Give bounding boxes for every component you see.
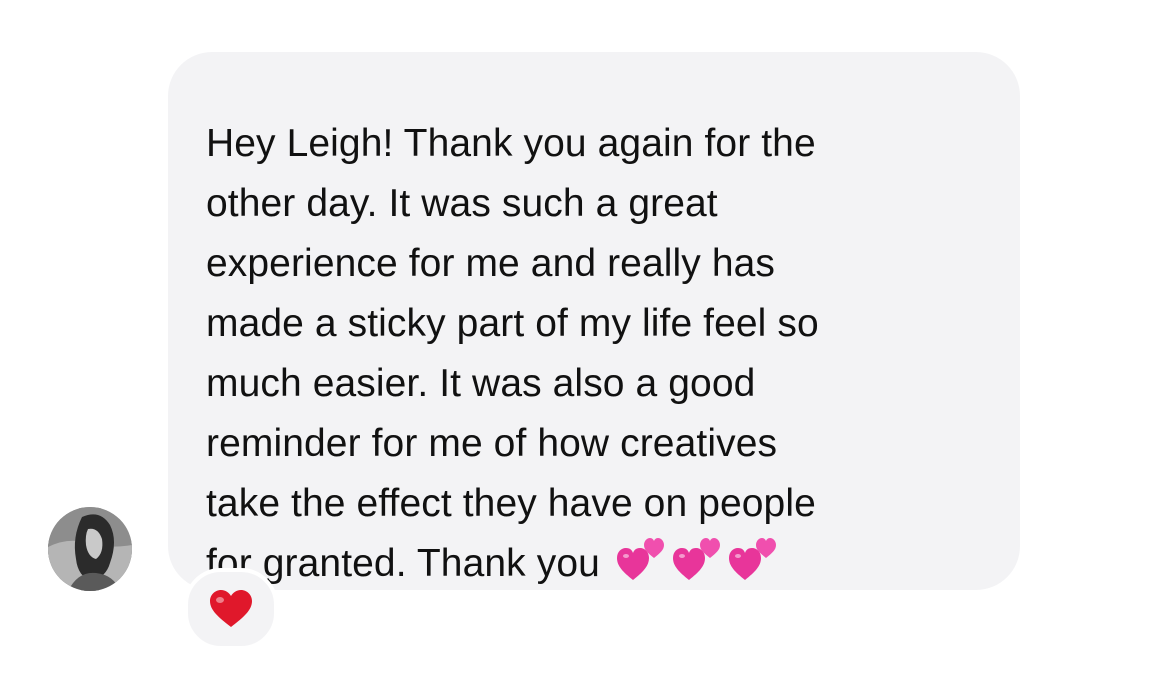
message-text: Hey Leigh! Thank you again for the other…: [206, 114, 986, 594]
two-hearts-icon: [616, 538, 664, 580]
sender-avatar[interactable]: [48, 507, 132, 591]
emoji-group: [611, 538, 779, 585]
reaction-badge[interactable]: [184, 568, 278, 650]
message-body: Hey Leigh! Thank you again for the other…: [206, 122, 819, 585]
two-hearts-icon: [672, 538, 720, 580]
red-heart-icon: [210, 590, 252, 627]
message-bubble[interactable]: Hey Leigh! Thank you again for the other…: [168, 52, 1020, 590]
two-hearts-icon: [728, 538, 776, 580]
user-avatar-photo: [48, 507, 132, 591]
